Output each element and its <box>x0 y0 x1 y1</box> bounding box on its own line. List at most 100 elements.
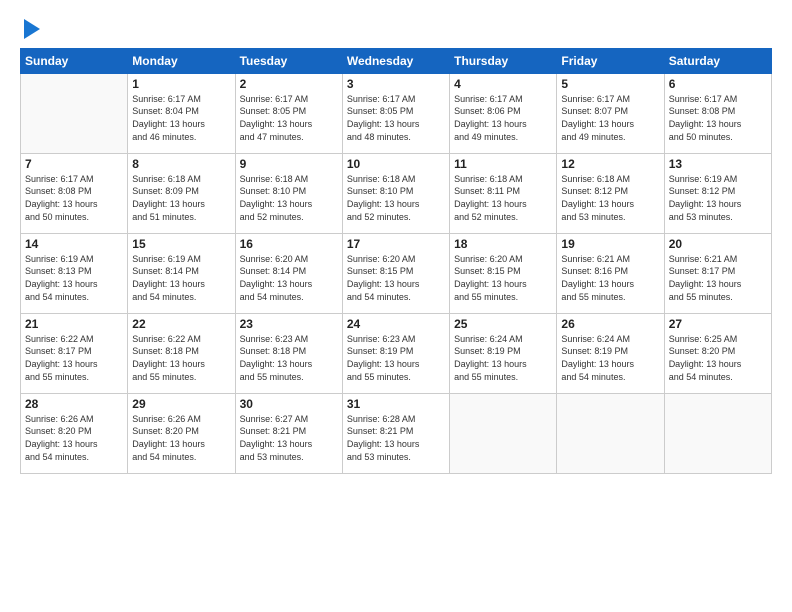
day-info: Sunrise: 6:18 AMSunset: 8:11 PMDaylight:… <box>454 173 552 223</box>
day-number: 6 <box>669 77 767 91</box>
weekday-header-saturday: Saturday <box>664 48 771 73</box>
calendar-day-cell: 27 Sunrise: 6:25 AMSunset: 8:20 PMDayligh… <box>664 313 771 393</box>
calendar-day-cell: 26 Sunrise: 6:24 AMSunset: 8:19 PMDayligh… <box>557 313 664 393</box>
calendar-day-cell: 22 Sunrise: 6:22 AMSunset: 8:18 PMDayligh… <box>128 313 235 393</box>
calendar-day-cell: 1 Sunrise: 6:17 AMSunset: 8:04 PMDaylight… <box>128 73 235 153</box>
weekday-header-sunday: Sunday <box>21 48 128 73</box>
calendar-day-cell: 16 Sunrise: 6:20 AMSunset: 8:14 PMDayligh… <box>235 233 342 313</box>
day-number: 29 <box>132 397 230 411</box>
calendar-day-cell: 2 Sunrise: 6:17 AMSunset: 8:05 PMDaylight… <box>235 73 342 153</box>
calendar-day-cell: 11 Sunrise: 6:18 AMSunset: 8:11 PMDayligh… <box>450 153 557 233</box>
weekday-header-friday: Friday <box>557 48 664 73</box>
header <box>20 16 772 40</box>
day-number: 26 <box>561 317 659 331</box>
day-info: Sunrise: 6:18 AMSunset: 8:09 PMDaylight:… <box>132 173 230 223</box>
day-info: Sunrise: 6:17 AMSunset: 8:08 PMDaylight:… <box>669 93 767 143</box>
day-number: 12 <box>561 157 659 171</box>
day-info: Sunrise: 6:21 AMSunset: 8:16 PMDaylight:… <box>561 253 659 303</box>
day-info: Sunrise: 6:26 AMSunset: 8:20 PMDaylight:… <box>25 413 123 463</box>
calendar-day-cell: 30Sunrise: 6:27 AMSunset: 8:21 PMDayligh… <box>235 393 342 473</box>
calendar-week-row: 21Sunrise: 6:22 AMSunset: 8:17 PMDayligh… <box>21 313 772 393</box>
logo <box>20 20 40 40</box>
day-number: 28 <box>25 397 123 411</box>
day-info: Sunrise: 6:18 AMSunset: 8:10 PMDaylight:… <box>240 173 338 223</box>
calendar-day-cell: 25 Sunrise: 6:24 AMSunset: 8:19 PMDayligh… <box>450 313 557 393</box>
day-info: Sunrise: 6:25 AMSunset: 8:20 PMDaylight:… <box>669 333 767 383</box>
calendar-day-cell: 3Sunrise: 6:17 AMSunset: 8:05 PMDaylight… <box>342 73 449 153</box>
calendar-week-row: 7 Sunrise: 6:17 AMSunset: 8:08 PMDaylight… <box>21 153 772 233</box>
day-number: 16 <box>240 237 338 251</box>
calendar-day-cell: 18 Sunrise: 6:20 AMSunset: 8:15 PMDayligh… <box>450 233 557 313</box>
calendar-day-cell: 5 Sunrise: 6:17 AMSunset: 8:07 PMDaylight… <box>557 73 664 153</box>
calendar-day-cell: 10Sunrise: 6:18 AMSunset: 8:10 PMDayligh… <box>342 153 449 233</box>
day-info: Sunrise: 6:17 AMSunset: 8:05 PMDaylight:… <box>240 93 338 143</box>
day-info: Sunrise: 6:18 AMSunset: 8:10 PMDaylight:… <box>347 173 445 223</box>
day-number: 25 <box>454 317 552 331</box>
calendar-day-cell: 28 Sunrise: 6:26 AMSunset: 8:20 PMDayligh… <box>21 393 128 473</box>
weekday-header-thursday: Thursday <box>450 48 557 73</box>
calendar-day-cell: 20 Sunrise: 6:21 AMSunset: 8:17 PMDayligh… <box>664 233 771 313</box>
calendar-day-cell: 17Sunrise: 6:20 AMSunset: 8:15 PMDayligh… <box>342 233 449 313</box>
calendar-day-cell: 29 Sunrise: 6:26 AMSunset: 8:20 PMDayligh… <box>128 393 235 473</box>
day-number: 20 <box>669 237 767 251</box>
day-info: Sunrise: 6:20 AMSunset: 8:14 PMDaylight:… <box>240 253 338 303</box>
calendar-day-cell <box>557 393 664 473</box>
calendar-day-cell: 24Sunrise: 6:23 AMSunset: 8:19 PMDayligh… <box>342 313 449 393</box>
calendar-day-cell: 19 Sunrise: 6:21 AMSunset: 8:16 PMDayligh… <box>557 233 664 313</box>
logo-arrow-icon <box>24 19 40 39</box>
day-info: Sunrise: 6:24 AMSunset: 8:19 PMDaylight:… <box>561 333 659 383</box>
day-number: 18 <box>454 237 552 251</box>
day-info: Sunrise: 6:27 AMSunset: 8:21 PMDaylight:… <box>240 413 338 463</box>
day-info: Sunrise: 6:24 AMSunset: 8:19 PMDaylight:… <box>454 333 552 383</box>
day-info: Sunrise: 6:17 AMSunset: 8:07 PMDaylight:… <box>561 93 659 143</box>
calendar-day-cell: 23 Sunrise: 6:23 AMSunset: 8:18 PMDayligh… <box>235 313 342 393</box>
calendar-header-row: SundayMondayTuesdayWednesdayThursdayFrid… <box>21 48 772 73</box>
calendar-day-cell: 12 Sunrise: 6:18 AMSunset: 8:12 PMDayligh… <box>557 153 664 233</box>
calendar-week-row: 1 Sunrise: 6:17 AMSunset: 8:04 PMDaylight… <box>21 73 772 153</box>
calendar-day-cell: 6 Sunrise: 6:17 AMSunset: 8:08 PMDaylight… <box>664 73 771 153</box>
calendar-day-cell: 8Sunrise: 6:18 AMSunset: 8:09 PMDaylight… <box>128 153 235 233</box>
calendar-day-cell: 9 Sunrise: 6:18 AMSunset: 8:10 PMDaylight… <box>235 153 342 233</box>
weekday-header-tuesday: Tuesday <box>235 48 342 73</box>
calendar-table: SundayMondayTuesdayWednesdayThursdayFrid… <box>20 48 772 474</box>
day-number: 9 <box>240 157 338 171</box>
calendar-day-cell <box>450 393 557 473</box>
day-number: 11 <box>454 157 552 171</box>
day-number: 13 <box>669 157 767 171</box>
calendar-week-row: 14 Sunrise: 6:19 AMSunset: 8:13 PMDayligh… <box>21 233 772 313</box>
day-info: Sunrise: 6:17 AMSunset: 8:08 PMDaylight:… <box>25 173 123 223</box>
day-number: 3 <box>347 77 445 91</box>
day-number: 31 <box>347 397 445 411</box>
day-info: Sunrise: 6:23 AMSunset: 8:19 PMDaylight:… <box>347 333 445 383</box>
day-number: 15 <box>132 237 230 251</box>
day-info: Sunrise: 6:22 AMSunset: 8:18 PMDaylight:… <box>132 333 230 383</box>
calendar-day-cell: 31Sunrise: 6:28 AMSunset: 8:21 PMDayligh… <box>342 393 449 473</box>
day-info: Sunrise: 6:23 AMSunset: 8:18 PMDaylight:… <box>240 333 338 383</box>
calendar-day-cell <box>21 73 128 153</box>
calendar-day-cell: 15Sunrise: 6:19 AMSunset: 8:14 PMDayligh… <box>128 233 235 313</box>
day-number: 5 <box>561 77 659 91</box>
day-info: Sunrise: 6:18 AMSunset: 8:12 PMDaylight:… <box>561 173 659 223</box>
calendar-week-row: 28 Sunrise: 6:26 AMSunset: 8:20 PMDayligh… <box>21 393 772 473</box>
day-number: 14 <box>25 237 123 251</box>
day-info: Sunrise: 6:20 AMSunset: 8:15 PMDaylight:… <box>454 253 552 303</box>
day-number: 4 <box>454 77 552 91</box>
day-number: 27 <box>669 317 767 331</box>
day-info: Sunrise: 6:17 AMSunset: 8:04 PMDaylight:… <box>132 93 230 143</box>
day-info: Sunrise: 6:26 AMSunset: 8:20 PMDaylight:… <box>132 413 230 463</box>
day-number: 21 <box>25 317 123 331</box>
day-info: Sunrise: 6:19 AMSunset: 8:12 PMDaylight:… <box>669 173 767 223</box>
calendar-day-cell: 21Sunrise: 6:22 AMSunset: 8:17 PMDayligh… <box>21 313 128 393</box>
day-number: 2 <box>240 77 338 91</box>
day-number: 23 <box>240 317 338 331</box>
day-number: 17 <box>347 237 445 251</box>
day-number: 19 <box>561 237 659 251</box>
day-number: 7 <box>25 157 123 171</box>
calendar-day-cell: 4 Sunrise: 6:17 AMSunset: 8:06 PMDaylight… <box>450 73 557 153</box>
day-info: Sunrise: 6:21 AMSunset: 8:17 PMDaylight:… <box>669 253 767 303</box>
page: SundayMondayTuesdayWednesdayThursdayFrid… <box>0 0 792 612</box>
day-info: Sunrise: 6:19 AMSunset: 8:13 PMDaylight:… <box>25 253 123 303</box>
day-info: Sunrise: 6:17 AMSunset: 8:06 PMDaylight:… <box>454 93 552 143</box>
day-number: 22 <box>132 317 230 331</box>
day-number: 1 <box>132 77 230 91</box>
